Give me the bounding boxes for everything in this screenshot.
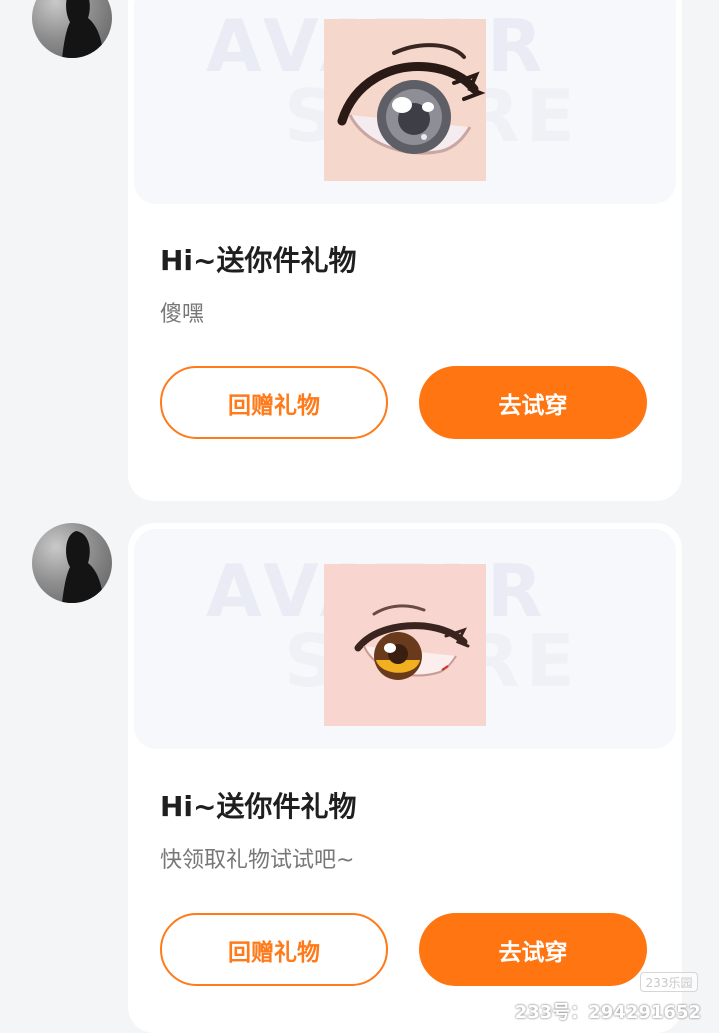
gift-preview[interactable]: AVATAR STORE [134,0,676,204]
gift-card: AVATAR STORE Hi~送你件礼物 快领取礼物试试吧~ 回赠礼 [128,523,682,1033]
brand-watermark: 233乐园 [640,972,698,992]
gray-eye-icon [324,19,486,181]
avatar-silhouette-icon [62,531,104,603]
gift-item-image [324,19,486,181]
amber-eye-icon [324,564,486,726]
avatar-silhouette-icon [62,0,104,58]
avatar[interactable] [32,523,112,603]
try-on-button[interactable]: 去试穿 [419,913,647,986]
return-gift-button[interactable]: 回赠礼物 [160,913,388,986]
avatar[interactable] [32,0,112,58]
try-on-button[interactable]: 去试穿 [419,366,647,439]
message-text: 快领取礼物试试吧~ [160,848,355,873]
message-title: Hi~送你件礼物 [160,244,357,277]
return-gift-button[interactable]: 回赠礼物 [160,366,388,439]
user-id-watermark: 233号：294291652 [514,1002,701,1023]
gift-card: AVATAR STORE Hi~送你件礼物 傻嘿 [128,0,682,501]
message-title: Hi~送你件礼物 [160,790,357,823]
gift-preview[interactable]: AVATAR STORE [134,529,676,749]
gift-item-image [324,564,486,726]
message-text: 傻嘿 [160,302,205,327]
